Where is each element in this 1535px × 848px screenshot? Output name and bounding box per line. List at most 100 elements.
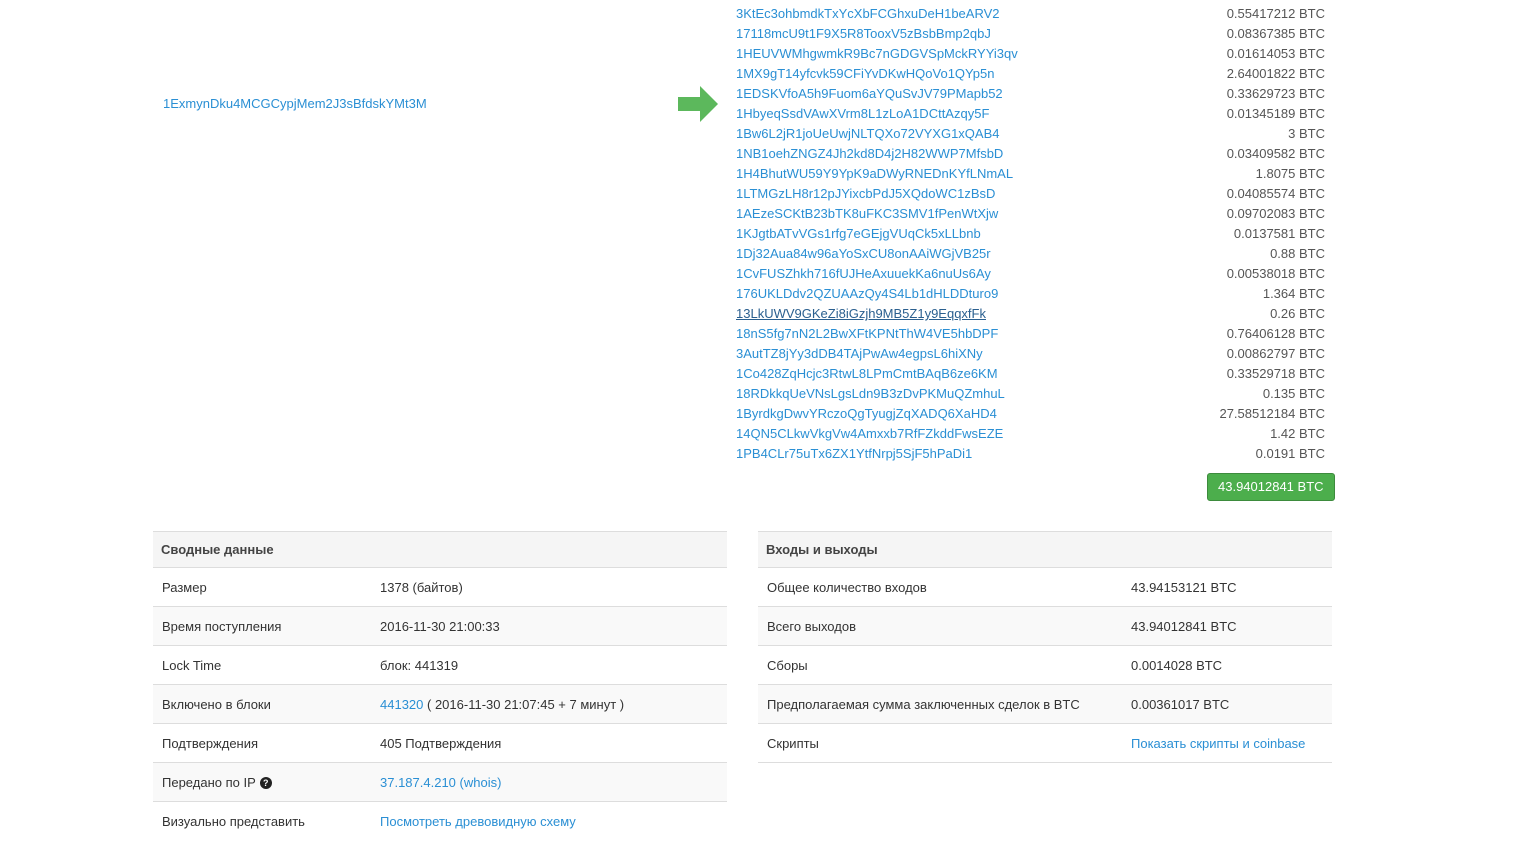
scripts-label: Скрипты xyxy=(758,723,1122,763)
output-row: 17118mcU9t1F9X5R8TooxV5zBsbBmp2qbJ 0.0836… xyxy=(736,24,1325,44)
show-scripts-link[interactable]: Показать скрипты и coinbase xyxy=(1131,736,1305,751)
output-address-link[interactable]: 18nS5fg7nN2L2BwXFtKPNtThW4VE5hbDPF xyxy=(736,324,998,344)
output-row: 1HEUVWMhgwmkR9Bc7nGDGVSpMckRYYi3qv 0.0161… xyxy=(736,44,1325,64)
output-address-link[interactable]: 18RDkkqUeVNsLgsLdn9B3zDvPKMuQZmhuL xyxy=(736,384,1005,404)
output-amount: 0.01614053 BTC xyxy=(1226,46,1325,61)
locktime-label: Lock Time xyxy=(153,645,371,685)
output-address-link[interactable]: 1MX9gT14yfcvk59CFiYvDKwHQoVo1QYp5n xyxy=(736,64,994,84)
output-row: 176UKLDdv2QZUAAzQy4S4Lb1dHLDDturo9 1.364 … xyxy=(736,284,1325,304)
output-address-link[interactable]: 1KJgtbATvVGs1rfg7eGEjgVUqCk5xLLbnb xyxy=(736,224,981,244)
estimated-value: 0.00361017 BTC xyxy=(1122,684,1332,724)
output-row: 1HbyeqSsdVAwXVrm8L1zLoA1DCttAzqy5F 0.0134… xyxy=(736,104,1325,124)
output-row: 1CvFUSZhkh716fUJHeAxuuekKa6nuUs6Ay 0.0053… xyxy=(736,264,1325,284)
total-inputs-label: Общее количество входов xyxy=(758,567,1122,607)
relayed-ip-link[interactable]: 37.187.4.210 (whois) xyxy=(380,775,501,790)
output-address-link[interactable]: 1PB4CLr75uTx6ZX1YtfNrpj5SjF5hPaDi1 xyxy=(736,444,972,464)
output-address-link[interactable]: 1CvFUSZhkh716fUJHeAxuuekKa6nuUs6Ay xyxy=(736,264,991,284)
output-address-link[interactable]: 1LTMGzLH8r12pJYixcbPdJ5XQdoWC1zBsD xyxy=(736,184,995,204)
output-amount: 0.26 BTC xyxy=(1270,306,1325,321)
output-address-link[interactable]: 14QN5CLkwVkgVw4Amxxb7RfFZkddFwsEZE xyxy=(736,424,1003,444)
output-row: 1NB1oehZNGZ4Jh2kd8D4j2H82WWP7MfsbD 0.0340… xyxy=(736,144,1325,164)
output-row: 1KJgtbATvVGs1rfg7eGEjgVUqCk5xLLbnb 0.0137… xyxy=(736,224,1325,244)
block-time: ( 2016-11-30 21:07:45 + 7 минут ) xyxy=(423,696,625,712)
summary-title: Сводные данные xyxy=(153,531,727,568)
output-address-link[interactable]: 1NB1oehZNGZ4Jh2kd8D4j2H82WWP7MfsbD xyxy=(736,144,1003,164)
total-outputs-value: 43.94012841 BTC xyxy=(1122,606,1332,646)
output-address-link[interactable]: 1EDSKVfoA5h9Fuom6aYQuSvJV79PMapb52 xyxy=(736,84,1003,104)
output-row: 1EDSKVfoA5h9Fuom6aYQuSvJV79PMapb52 0.3362… xyxy=(736,84,1325,104)
output-row: 1Bw6L2jR1joUeUwjNLTQXo72VYXG1xQAB4 3 BTC xyxy=(736,124,1325,144)
output-address-link[interactable]: 1Co428ZqHcjc3RtwL8LPmCmtBAqB6ze6KM xyxy=(736,364,998,384)
output-row: 1H4BhutWU59Y9YpK9aDWyRNEDnKYfLNmAL 1.8075… xyxy=(736,164,1325,184)
output-address-link[interactable]: 3AutTZ8jYy3dDB4TAjPwAw4egpsL6hiXNy xyxy=(736,344,983,364)
output-amount: 0.33629723 BTC xyxy=(1226,86,1325,101)
arrow-right-icon xyxy=(678,86,718,122)
output-amount: 0.135 BTC xyxy=(1262,386,1325,401)
total-inputs-value: 43.94153121 BTC xyxy=(1122,567,1332,607)
output-row: 3KtEc3ohbmdkTxYcXbFCGhxuDeH1beARV2 0.5541… xyxy=(736,4,1325,24)
output-amount: 0.08367385 BTC xyxy=(1226,26,1325,41)
output-amount: 0.00862797 BTC xyxy=(1226,346,1325,361)
tree-chart-link[interactable]: Посмотреть древовидную схему xyxy=(380,814,576,829)
output-amount: 0.0191 BTC xyxy=(1255,446,1325,461)
block-link[interactable]: 441320 xyxy=(380,697,423,712)
output-amount: 2.64001822 BTC xyxy=(1226,66,1325,81)
output-amount: 0.01345189 BTC xyxy=(1226,106,1325,121)
output-row: 14QN5CLkwVkgVw4Amxxb7RfFZkddFwsEZE 1.42 B… xyxy=(736,424,1325,444)
output-amount: 3 BTC xyxy=(1288,126,1325,141)
output-amount: 0.00538018 BTC xyxy=(1226,266,1325,281)
output-address-link[interactable]: 1Bw6L2jR1joUeUwjNLTQXo72VYXG1xQAB4 xyxy=(736,124,1000,144)
output-row: 3AutTZ8jYy3dDB4TAjPwAw4egpsL6hiXNy 0.0086… xyxy=(736,344,1325,364)
fees-value: 0.0014028 BTC xyxy=(1122,645,1332,685)
input-address-link[interactable]: 1ExmynDku4MCGCypjMem2J3sBfdskYMt3M xyxy=(163,96,427,111)
locktime-value: блок: 441319 xyxy=(371,645,727,685)
size-value: 1378 (байтов) xyxy=(371,567,727,607)
fees-label: Сборы xyxy=(758,645,1122,685)
output-row: 1AEzeSCKtB23bTK8uFKC3SMV1fPenWtXjw 0.0970… xyxy=(736,204,1325,224)
output-amount: 0.04085574 BTC xyxy=(1226,186,1325,201)
size-label: Размер xyxy=(153,567,371,607)
relayed-label: Передано по IP xyxy=(162,774,256,790)
io-title: Входы и выходы xyxy=(758,531,1332,568)
output-address-link[interactable]: 1H4BhutWU59Y9YpK9aDWyRNEDnKYfLNmAL xyxy=(736,164,1013,184)
output-amount: 0.55417212 BTC xyxy=(1226,6,1325,21)
output-amount: 1.42 BTC xyxy=(1270,426,1325,441)
output-address-link[interactable]: 176UKLDdv2QZUAAzQy4S4Lb1dHLDDturo9 xyxy=(736,284,998,304)
output-address-link[interactable]: 13LkUWV9GKeZi8iGzjh9MB5Z1y9EqqxfFk xyxy=(736,304,986,324)
output-amount: 0.76406128 BTC xyxy=(1226,326,1325,341)
total-outputs-label: Всего выходов xyxy=(758,606,1122,646)
output-address-link[interactable]: 1ByrdkgDwvYRczoQgTyugjZqXADQ6XaHD4 xyxy=(736,404,997,424)
output-row: 1Co428ZqHcjc3RtwL8LPmCmtBAqB6ze6KM 0.3352… xyxy=(736,364,1325,384)
output-address-link[interactable]: 17118mcU9t1F9X5R8TooxV5zBsbBmp2qbJ xyxy=(736,24,991,44)
help-icon[interactable]: ? xyxy=(259,777,272,790)
output-row: 1Dj32Aua84w96aYoSxCU8onAAiWGjVB25r 0.88 B… xyxy=(736,244,1325,264)
outputs-list: 3KtEc3ohbmdkTxYcXbFCGhxuDeH1beARV2 0.5541… xyxy=(736,4,1325,464)
output-row: 13LkUWV9GKeZi8iGzjh9MB5Z1y9EqqxfFk 0.26 B… xyxy=(736,304,1325,324)
inputs-outputs-table: Входы и выходы Общее количество входов 43… xyxy=(758,531,1332,763)
visualize-label: Визуально представить xyxy=(162,813,305,829)
output-address-link[interactable]: 1AEzeSCKtB23bTK8uFKC3SMV1fPenWtXjw xyxy=(736,204,998,224)
included-label: Включено в блоки xyxy=(153,684,371,724)
received-value: 2016-11-30 21:00:33 xyxy=(371,606,727,646)
output-amount: 0.03409582 BTC xyxy=(1226,146,1325,161)
confirmations-value: 405 Подтверждения xyxy=(371,723,727,763)
output-row: 1ByrdkgDwvYRczoQgTyugjZqXADQ6XaHD4 27.585… xyxy=(736,404,1325,424)
output-address-link[interactable]: 3KtEc3ohbmdkTxYcXbFCGhxuDeH1beARV2 xyxy=(736,4,1000,24)
confirmations-label: Подтверждения xyxy=(153,723,371,763)
output-amount: 1.364 BTC xyxy=(1262,286,1325,301)
output-amount: 0.0137581 BTC xyxy=(1233,226,1325,241)
output-address-link[interactable]: 1Dj32Aua84w96aYoSxCU8onAAiWGjVB25r xyxy=(736,244,991,264)
output-amount: 27.58512184 BTC xyxy=(1219,406,1325,421)
output-row: 1PB4CLr75uTx6ZX1YtfNrpj5SjF5hPaDi1 0.0191… xyxy=(736,444,1325,464)
output-row: 1LTMGzLH8r12pJYixcbPdJ5XQdoWC1zBsD 0.0408… xyxy=(736,184,1325,204)
output-amount: 0.33529718 BTC xyxy=(1226,366,1325,381)
output-amount: 1.8075 BTC xyxy=(1255,166,1325,181)
received-label: Время поступления xyxy=(153,606,371,646)
estimated-label: Предполагаемая сумма заключенных сделок … xyxy=(758,684,1122,724)
output-address-link[interactable]: 1HEUVWMhgwmkR9Bc7nGDGVSpMckRYYi3qv xyxy=(736,44,1018,64)
output-address-link[interactable]: 1HbyeqSsdVAwXVrm8L1zLoA1DCttAzqy5F xyxy=(736,104,989,124)
output-amount: 0.09702083 BTC xyxy=(1226,206,1325,221)
output-row: 1MX9gT14yfcvk59CFiYvDKwHQoVo1QYp5n 2.6400… xyxy=(736,64,1325,84)
output-row: 18nS5fg7nN2L2BwXFtKPNtThW4VE5hbDPF 0.7640… xyxy=(736,324,1325,344)
summary-table: Сводные данные Размер 1378 (байтов) Время… xyxy=(153,531,727,840)
